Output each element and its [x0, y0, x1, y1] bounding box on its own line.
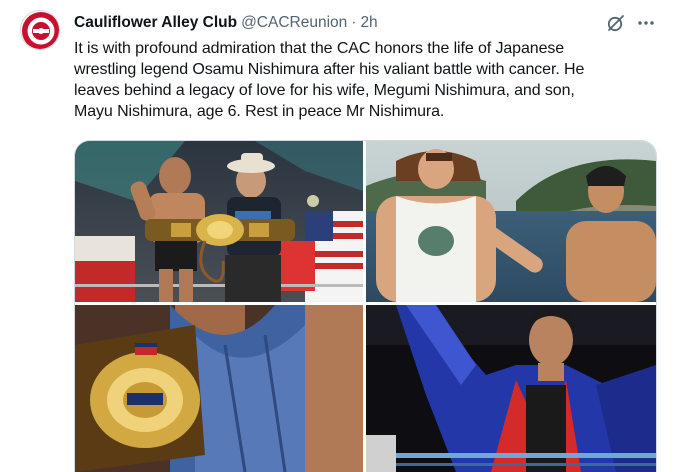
tweet-text-line: Mayu Nishimura, age 6. Rest in peace Mr …: [74, 103, 445, 120]
tweet-text: It is with profound admiration that the …: [74, 38, 674, 122]
grok-icon[interactable]: [606, 13, 626, 33]
author-handle[interactable]: @CACReunion: [241, 13, 347, 33]
avatar[interactable]: [20, 10, 60, 50]
media-grid: [74, 140, 657, 472]
more-options-icon[interactable]: [636, 13, 656, 33]
timestamp[interactable]: 2h: [360, 13, 377, 33]
media-photo-2[interactable]: [366, 141, 656, 302]
media-photo-1[interactable]: [75, 141, 363, 302]
author-name[interactable]: Cauliflower Alley Club: [74, 13, 237, 33]
tweet-text-line: leaves behind a legacy of love for his w…: [74, 82, 575, 99]
media-photo-4[interactable]: [366, 305, 656, 472]
tweet-text-line: It is with profound admiration that the …: [74, 40, 565, 57]
photo-two-men-by-sea-icon: [366, 141, 656, 302]
photo-championship-belt-closeup-icon: [75, 305, 363, 472]
photo-wrestler-in-robe-at-ring-icon: [366, 305, 656, 472]
media-photo-3[interactable]: [75, 305, 363, 472]
tweet-header: Cauliflower Alley Club @CACReunion · 2h: [74, 13, 627, 33]
tweet[interactable]: Cauliflower Alley Club @CACReunion · 2h …: [0, 0, 687, 472]
club-logo-icon: [22, 12, 59, 49]
tweet-text-line: wrestling legend Osamu Nishimura after h…: [74, 61, 585, 78]
photo-wrestler-with-championship-belt-icon: [75, 141, 363, 302]
separator-dot: ·: [351, 14, 357, 31]
